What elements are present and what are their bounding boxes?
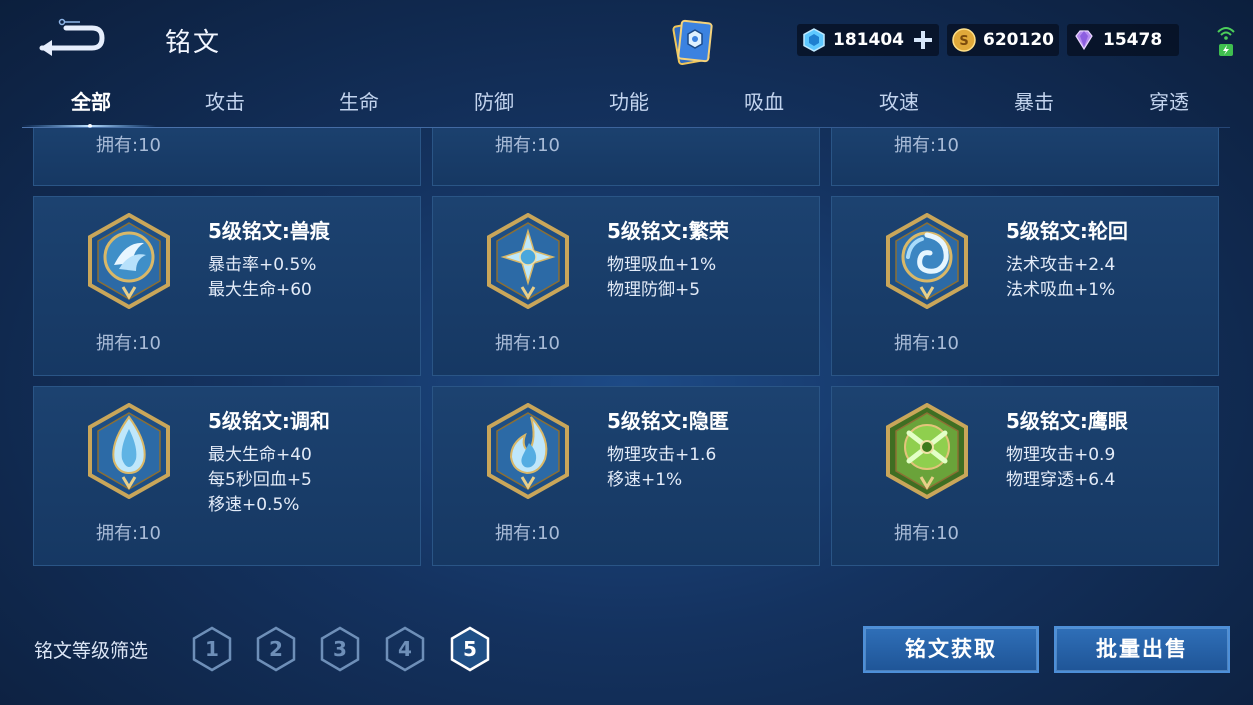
tab-health[interactable]: 生命	[292, 88, 426, 122]
rune-name: 5级铭文:隐匿	[607, 409, 729, 433]
rune-stats: 物理吸血+1% 物理防御+5	[607, 253, 716, 303]
tab-lifesteal[interactable]: 吸血	[697, 88, 831, 122]
rune-stat: 法术攻击+2.4	[1006, 255, 1116, 275]
rune-stat: 最大生命+40	[208, 445, 312, 465]
rune-stat: 移速+0.5%	[208, 495, 300, 515]
owned-count: 拥有:10	[495, 135, 560, 156]
owned-count: 拥有:10	[495, 523, 560, 544]
rune-book-icon[interactable]	[668, 16, 716, 66]
level-filter-5-selected[interactable]: 5	[448, 625, 492, 673]
level-filter-3[interactable]: 3	[318, 625, 362, 673]
level-filter-label: 铭文等级筛选	[34, 640, 149, 662]
rune-stats: 暴击率+0.5% 最大生命+60	[208, 253, 316, 303]
rune-stat: 物理穿透+6.4	[1006, 470, 1116, 490]
tab-utility[interactable]: 功能	[562, 88, 696, 122]
rune-stat: 法术吸血+1%	[1006, 280, 1116, 300]
rune-stat: 物理攻击+1.6	[607, 445, 717, 465]
tab-attack[interactable]: 攻击	[158, 88, 292, 122]
rune-card-partial[interactable]: 拥有:10	[33, 128, 421, 186]
diamond-amount: 181404	[833, 30, 904, 50]
rune-stats: 物理攻击+0.9 物理穿透+6.4	[1006, 443, 1115, 493]
rune-card-partial[interactable]: 拥有:10	[831, 128, 1219, 186]
gem-amount: 15478	[1103, 30, 1163, 50]
level-filter-2[interactable]: 2	[254, 625, 298, 673]
category-tabs: 全部 攻击 生命 防御 功能 吸血 攻速 暴击 穿透	[22, 84, 1232, 128]
owned-count: 拥有:10	[894, 523, 959, 544]
rune-card-hawk-eye[interactable]: 5级铭文:鹰眼 物理攻击+0.9 物理穿透+6.4 拥有:10	[831, 386, 1219, 566]
rune-stats: 法术攻击+2.4 法术吸血+1%	[1006, 253, 1115, 303]
gold-currency: S 620120	[947, 24, 1059, 56]
rune-card-harmony[interactable]: 5级铭文:调和 最大生命+40 每5秒回血+5 移速+0.5% 拥有:10	[33, 386, 421, 566]
rune-grid: 拥有:10 拥有:10 拥有:10 5级铭文:兽痕 暴击率+0.5% 最大生命+…	[0, 128, 1253, 580]
diamond-currency: 181404	[797, 24, 939, 56]
prosperity-star-rune-icon	[487, 213, 569, 309]
rune-card-concealment[interactable]: 5级铭文:隐匿 物理攻击+1.6 移速+1% 拥有:10	[432, 386, 820, 566]
owned-count: 拥有:10	[96, 523, 161, 544]
top-bar: 铭文 181404 S 620120 15478	[0, 0, 1253, 80]
tab-all[interactable]: 全部	[24, 88, 158, 122]
level-number: 5	[463, 637, 477, 661]
harmony-drop-rune-icon	[88, 403, 170, 499]
level-number: 2	[269, 637, 283, 661]
rune-stat: 物理吸血+1%	[607, 255, 717, 275]
level-number: 4	[398, 637, 412, 661]
rune-name: 5级铭文:调和	[208, 409, 330, 433]
rune-card-beast-claw[interactable]: 5级铭文:兽痕 暴击率+0.5% 最大生命+60 拥有:10	[33, 196, 421, 376]
tab-attack-speed[interactable]: 攻速	[832, 88, 966, 122]
tab-critical[interactable]: 暴击	[967, 88, 1101, 122]
owned-count: 拥有:10	[96, 135, 161, 156]
rune-card-prosperity[interactable]: 5级铭文:繁荣 物理吸血+1% 物理防御+5 拥有:10	[432, 196, 820, 376]
network-battery-icon	[1217, 27, 1235, 56]
rune-name: 5级铭文:兽痕	[208, 219, 330, 243]
reincarnation-swirl-rune-icon	[886, 213, 968, 309]
owned-count: 拥有:10	[495, 333, 560, 354]
back-arrow-icon[interactable]	[36, 18, 106, 58]
gold-coin-icon: S	[952, 28, 976, 52]
gold-amount: 620120	[983, 30, 1054, 50]
rune-card-reincarnation[interactable]: 5级铭文:轮回 法术攻击+2.4 法术吸血+1% 拥有:10	[831, 196, 1219, 376]
svg-text:S: S	[959, 34, 968, 49]
rune-stats: 物理攻击+1.6 移速+1%	[607, 443, 716, 493]
level-filter-1[interactable]: 1	[190, 625, 234, 673]
owned-count: 拥有:10	[894, 333, 959, 354]
level-number: 3	[333, 637, 347, 661]
rune-stat: 暴击率+0.5%	[208, 255, 317, 275]
beast-claw-rune-icon	[88, 213, 170, 309]
rune-stat: 移速+1%	[607, 470, 683, 490]
rune-name: 5级铭文:鹰眼	[1006, 409, 1128, 433]
tab-defense[interactable]: 防御	[427, 88, 561, 122]
owned-count: 拥有:10	[96, 333, 161, 354]
rune-name: 5级铭文:轮回	[1006, 219, 1128, 243]
acquire-runes-button[interactable]: 铭文获取	[863, 626, 1039, 673]
purple-gem-icon	[1075, 30, 1093, 51]
concealment-flame-rune-icon	[487, 403, 569, 499]
diamond-coupon-icon	[803, 28, 825, 52]
hawk-eye-rune-icon	[886, 403, 968, 499]
rune-stats: 最大生命+40 每5秒回血+5 移速+0.5%	[208, 443, 312, 518]
rune-card-partial[interactable]: 拥有:10	[432, 128, 820, 186]
rune-stat: 最大生命+60	[208, 280, 312, 300]
rune-stat: 物理攻击+0.9	[1006, 445, 1116, 465]
level-filter-4[interactable]: 4	[383, 625, 427, 673]
page-title: 铭文	[165, 28, 222, 58]
tab-penetration[interactable]: 穿透	[1102, 88, 1236, 122]
bulk-sell-button[interactable]: 批量出售	[1054, 626, 1230, 673]
rune-stat: 每5秒回血+5	[208, 470, 312, 490]
rune-stat: 物理防御+5	[607, 280, 701, 300]
rune-name: 5级铭文:繁荣	[607, 219, 729, 243]
add-currency-icon[interactable]	[912, 29, 934, 51]
gem-currency: 15478	[1067, 24, 1179, 56]
level-number: 1	[205, 637, 219, 661]
owned-count: 拥有:10	[894, 135, 959, 156]
